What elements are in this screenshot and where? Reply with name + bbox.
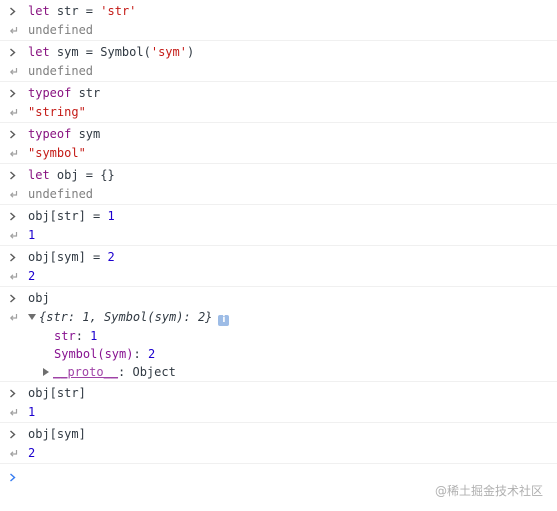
chevron-right-icon — [9, 125, 21, 144]
property-key: Symbol(sym) — [54, 347, 134, 361]
code-token: typeof — [28, 86, 72, 100]
return-arrow-icon — [9, 308, 21, 327]
code-token: obj[str] — [28, 386, 86, 400]
code-token: sym = Symbol( — [49, 45, 151, 59]
chevron-right-icon — [9, 43, 21, 62]
code-token: 1 — [28, 228, 36, 242]
console-input-line: let obj = {} — [0, 164, 557, 185]
code-token: "string" — [28, 105, 86, 119]
proto-key: __proto__ — [53, 365, 119, 379]
chevron-right-icon — [9, 248, 21, 267]
console-entry: let sym = Symbol('sym') undefined — [0, 41, 557, 82]
return-arrow-icon — [9, 62, 21, 81]
code-token: 2 — [28, 446, 36, 460]
code-token: undefined — [28, 187, 94, 201]
console-input-line: obj — [0, 287, 557, 308]
console-output-line: "symbol" — [0, 144, 557, 163]
code-token: let — [28, 168, 50, 182]
console-entry: typeof str "string" — [0, 82, 557, 123]
code-token: undefined — [28, 23, 94, 37]
console-entry: obj[sym] 2 — [0, 423, 557, 464]
code-token: let — [28, 45, 50, 59]
code-token: let — [28, 4, 50, 18]
console-input-line: obj[sym] = 2 — [0, 246, 557, 267]
console-input-line: let str = 'str' — [0, 0, 557, 21]
property-key: str — [54, 329, 76, 343]
code-token: obj[str] = — [28, 209, 108, 223]
console-output-line: "string" — [0, 103, 557, 122]
chevron-right-icon — [9, 425, 21, 444]
return-arrow-icon — [9, 267, 21, 286]
console-output-line: 2 — [0, 444, 557, 463]
return-arrow-icon — [9, 403, 21, 422]
console-input-line: let sym = Symbol('sym') — [0, 41, 557, 62]
chevron-right-icon — [9, 166, 21, 185]
expand-triangle-icon[interactable] — [28, 314, 36, 320]
code-token: 2 — [107, 250, 115, 264]
code-token: 1 — [107, 209, 115, 223]
info-icon[interactable]: i — [218, 315, 230, 326]
chevron-right-icon — [9, 384, 21, 403]
object-preview[interactable]: {str: 1, Symbol(sym): 2} — [39, 310, 212, 324]
code-token: undefined — [28, 64, 94, 78]
property-value: 1 — [90, 329, 98, 343]
code-token: obj[sym] — [28, 427, 86, 441]
code-token: obj[sym] = — [28, 250, 108, 264]
code-token: "symbol" — [28, 146, 86, 160]
console-input-line: obj[str] = 1 — [0, 205, 557, 226]
console-entry-object: obj {str: 1, Symbol(sym): 2} i str: 1 Symbol… — [0, 287, 557, 382]
console-input-line: obj[sym] — [0, 423, 557, 444]
expand-triangle-icon[interactable] — [43, 368, 49, 376]
code-token: typeof — [28, 127, 72, 141]
console-input-line: obj[str] — [0, 382, 557, 403]
chevron-right-icon — [9, 289, 21, 308]
return-arrow-icon — [9, 103, 21, 122]
console-entry: obj[str] 1 — [0, 382, 557, 423]
chevron-right-icon — [9, 84, 21, 103]
property-value: 2 — [147, 347, 156, 361]
proto-property[interactable]: __proto__: Object — [0, 363, 557, 381]
code-token: 'str' — [100, 4, 137, 18]
code-token: obj — [28, 291, 50, 305]
console-output-line: 1 — [0, 403, 557, 422]
console-entry: let str = 'str' undefined — [0, 0, 557, 41]
code-token: 2 — [28, 269, 36, 283]
console-output-line: {str: 1, Symbol(sym): 2} i — [0, 308, 557, 327]
code-token: sym — [71, 127, 101, 141]
return-arrow-icon — [9, 21, 21, 40]
console-entry: typeof sym "symbol" — [0, 123, 557, 164]
watermark: @稀土掘金技术社区 — [434, 484, 543, 498]
console-output-line: 2 — [0, 267, 557, 286]
code-token: obj = {} — [49, 168, 115, 182]
return-arrow-icon — [9, 185, 21, 204]
object-property: str: 1 — [54, 329, 98, 343]
code-token: str — [71, 86, 101, 100]
chevron-right-icon — [9, 207, 21, 226]
console-panel: let str = 'str' undefined let sym = Symbol… — [0, 0, 557, 492]
chevron-right-icon — [9, 2, 21, 21]
code-token: 'sym' — [150, 45, 187, 59]
code-token: 1 — [28, 405, 36, 419]
console-entry: let obj = {} undefined — [0, 164, 557, 205]
return-arrow-icon — [9, 226, 21, 245]
console-output-line: undefined — [0, 62, 557, 81]
proto-value: Object — [132, 365, 176, 379]
return-arrow-icon — [9, 144, 21, 163]
code-token: str = — [49, 4, 101, 18]
chevron-right-icon — [9, 468, 21, 487]
console-input-line: typeof str — [0, 82, 557, 103]
code-token: ) — [186, 45, 195, 59]
object-property: Symbol(sym): 2 — [54, 347, 156, 361]
console-output-line: undefined — [0, 21, 557, 40]
console-output-line: 1 — [0, 226, 557, 245]
console-entry: obj[sym] = 22 — [0, 246, 557, 287]
console-entry: obj[str] = 11 — [0, 205, 557, 246]
return-arrow-icon — [9, 444, 21, 463]
console-output-line: undefined — [0, 185, 557, 204]
console-input-line: typeof sym — [0, 123, 557, 144]
